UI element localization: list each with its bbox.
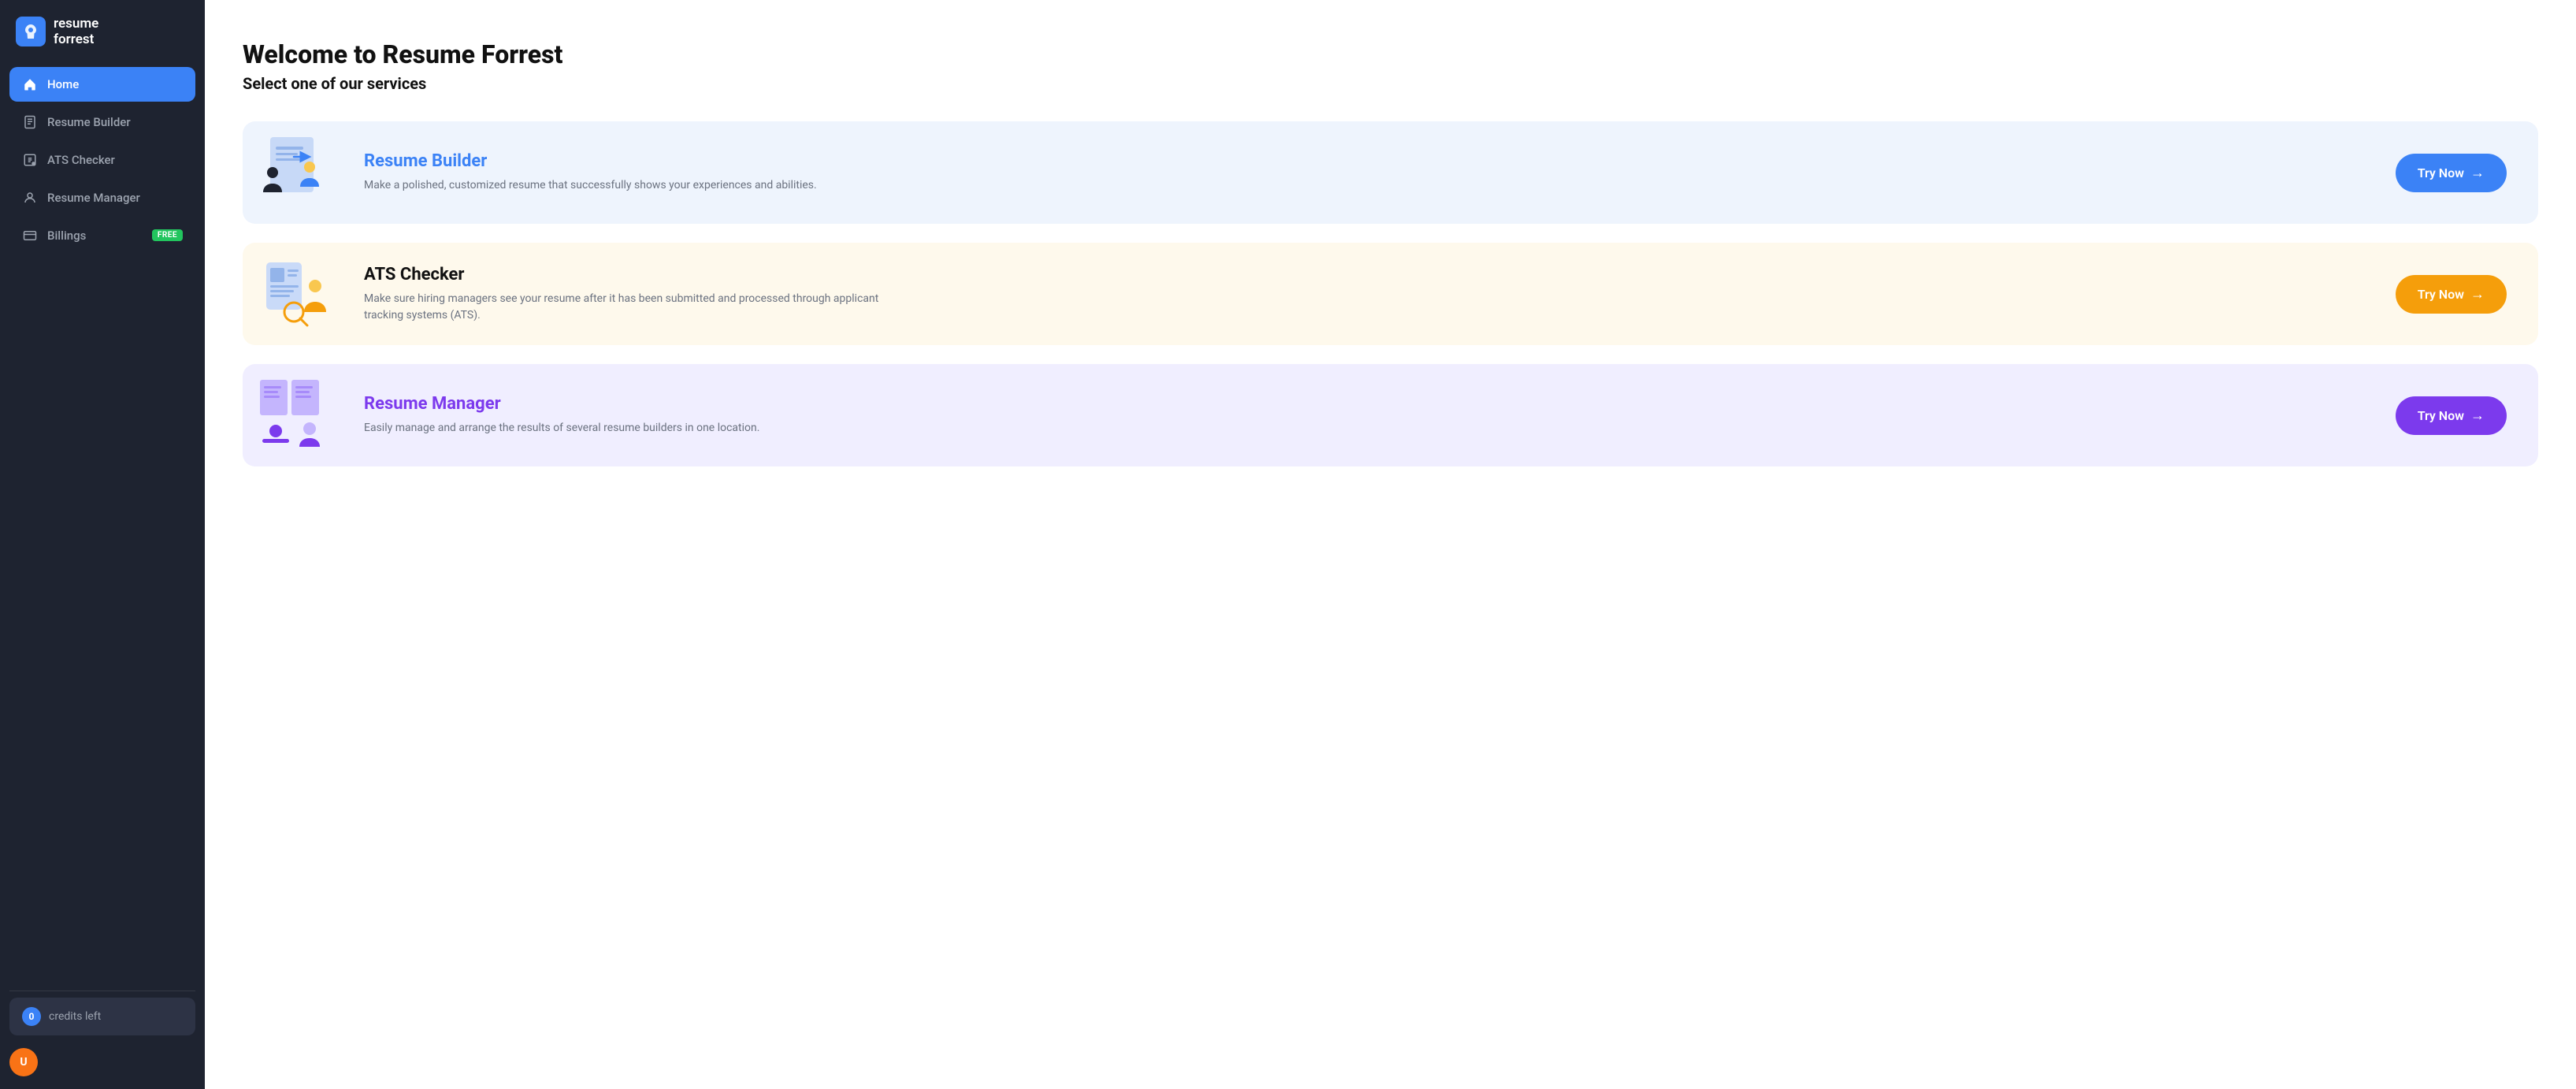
resume-manager-icon	[22, 190, 38, 206]
resume-builder-card-description: Make a polished, customized resume that …	[364, 177, 900, 194]
sidebar-item-resume-builder[interactable]: Resume Builder	[9, 105, 195, 139]
resume-builder-try-now-button[interactable]: Try Now →	[2396, 154, 2507, 192]
logo-icon	[16, 17, 46, 46]
ats-checker-card-body: ATS Checker Make sure hiring managers se…	[364, 246, 2396, 343]
resume-manager-card-description: Easily manage and arrange the results of…	[364, 420, 900, 437]
main-content: Welcome to Resume Forrest Select one of …	[205, 0, 2576, 1089]
sidebar-item-billings[interactable]: Billings FREE	[9, 218, 195, 253]
resume-manager-card-body: Resume Manager Easily manage and arrange…	[364, 375, 2396, 455]
resume-manager-illustration	[243, 364, 345, 466]
sidebar: resume forrest Home Resume Builder	[0, 0, 205, 1089]
sidebar-item-billings-label: Billings	[47, 229, 86, 243]
ats-checker-try-now-button[interactable]: Try Now →	[2396, 275, 2507, 314]
sidebar-item-ats-checker-label: ATS Checker	[47, 153, 115, 167]
page-title: Welcome to Resume Forrest	[243, 39, 2538, 69]
resume-builder-card-title: Resume Builder	[364, 151, 2396, 171]
sidebar-item-resume-builder-label: Resume Builder	[47, 115, 131, 129]
logo-line2: forrest	[54, 32, 98, 47]
home-icon	[22, 76, 38, 92]
ats-checker-card-title: ATS Checker	[364, 265, 2396, 284]
avatar: U	[9, 1048, 38, 1076]
resume-manager-button-label: Try Now	[2418, 408, 2464, 423]
sidebar-item-home[interactable]: Home	[9, 67, 195, 102]
resume-manager-arrow-icon: →	[2470, 407, 2485, 424]
service-card-resume-builder: Resume Builder Make a polished, customiz…	[243, 121, 2538, 224]
resume-builder-button-label: Try Now	[2418, 165, 2464, 180]
sidebar-item-ats-checker[interactable]: ATS Checker	[9, 143, 195, 177]
billings-icon	[22, 228, 38, 243]
logo-line1: resume	[54, 16, 98, 32]
logo-text: resume forrest	[54, 16, 98, 48]
service-card-ats-checker: ATS Checker Make sure hiring managers se…	[243, 243, 2538, 345]
sidebar-item-resume-manager-label: Resume Manager	[47, 191, 140, 205]
sidebar-item-home-label: Home	[47, 77, 79, 91]
credits-count: 0	[22, 1007, 41, 1026]
resume-builder-arrow-icon: →	[2470, 165, 2485, 181]
sidebar-item-resume-manager[interactable]: Resume Manager	[9, 180, 195, 215]
ats-checker-arrow-icon: →	[2470, 286, 2485, 303]
page-subtitle: Select one of our services	[243, 74, 2538, 93]
resume-builder-card-body: Resume Builder Make a polished, customiz…	[364, 132, 2396, 213]
service-card-resume-manager: Resume Manager Easily manage and arrange…	[243, 364, 2538, 466]
nav-menu: Home Resume Builder ATS Checker	[0, 61, 205, 984]
ats-checker-illustration	[243, 243, 345, 345]
ats-checker-card-description: Make sure hiring managers see your resum…	[364, 291, 900, 324]
credits-label: credits left	[49, 1010, 101, 1023]
logo-area: resume forrest	[0, 0, 205, 61]
resume-manager-card-title: Resume Manager	[364, 394, 2396, 414]
credits-bar: 0 credits left	[9, 998, 195, 1035]
ats-checker-icon	[22, 152, 38, 168]
user-area[interactable]: U	[9, 1048, 195, 1076]
free-badge: FREE	[152, 229, 183, 241]
resume-builder-icon	[22, 114, 38, 130]
resume-manager-try-now-button[interactable]: Try Now →	[2396, 396, 2507, 435]
ats-checker-button-label: Try Now	[2418, 287, 2464, 302]
resume-builder-illustration	[243, 121, 345, 224]
